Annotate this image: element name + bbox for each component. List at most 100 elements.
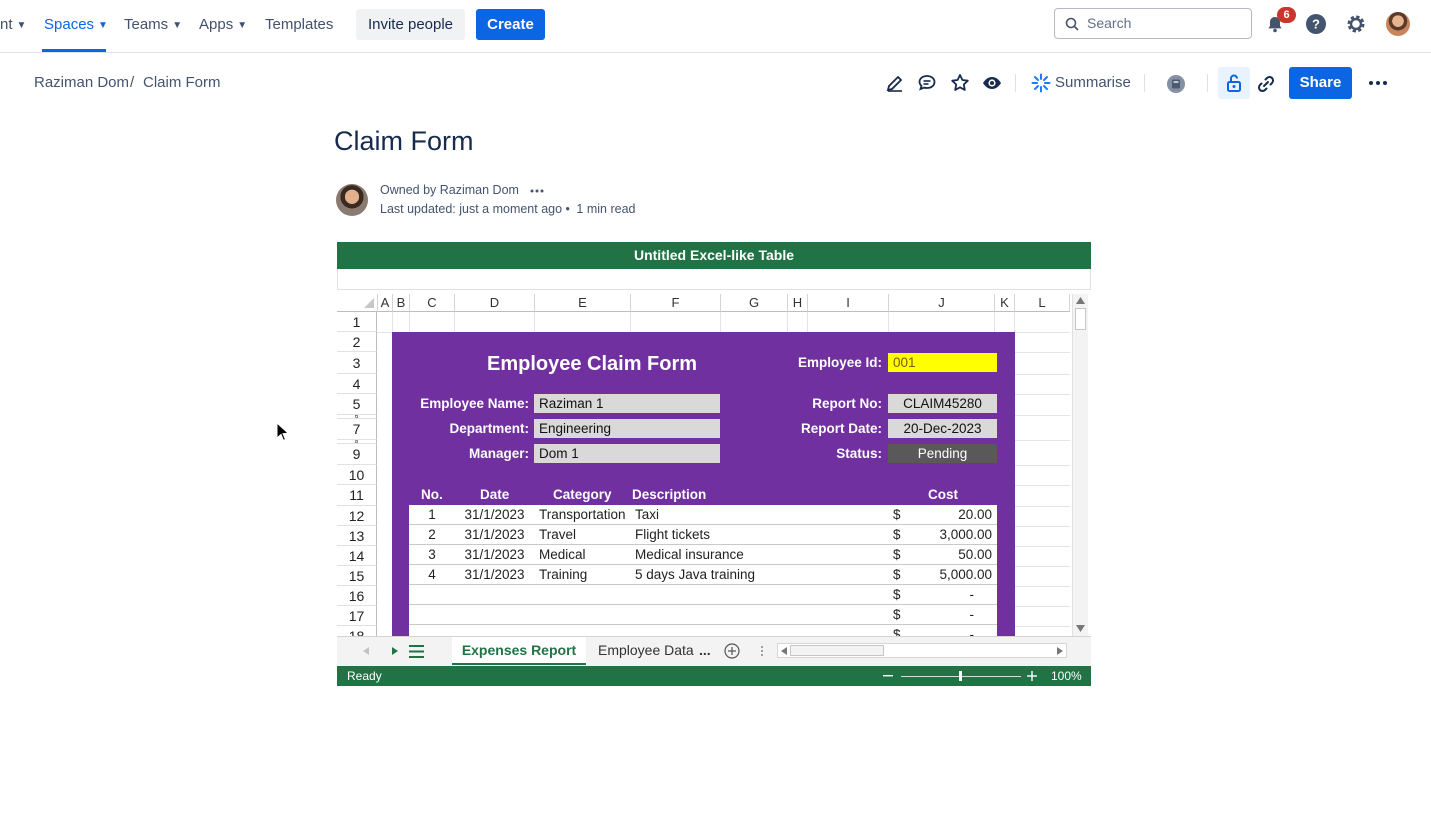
- create-button[interactable]: Create: [476, 9, 545, 40]
- status-cell[interactable]: Pending: [888, 444, 997, 463]
- row-header[interactable]: 10: [337, 465, 377, 485]
- row-header[interactable]: 5: [337, 394, 377, 415]
- report-date-cell[interactable]: 20-Dec-2023: [888, 419, 997, 438]
- breadcrumb-space[interactable]: Raziman Dom: [34, 74, 129, 91]
- sheet-tab-expenses-report[interactable]: Expenses Report: [452, 637, 586, 665]
- nav-item-templates[interactable]: Templates: [265, 0, 333, 50]
- comment-icon[interactable]: [916, 72, 938, 94]
- nav-item-partial[interactable]: nt ▼: [0, 0, 26, 50]
- copy-link-icon[interactable]: [1255, 73, 1277, 95]
- nav-apps-label: Apps: [199, 16, 234, 33]
- hscroll-right-arrow-icon[interactable]: [1057, 647, 1063, 655]
- formula-bar[interactable]: [337, 269, 1091, 290]
- restrictions-button[interactable]: [1218, 67, 1250, 99]
- tab-splitter-handle[interactable]: [761, 646, 765, 656]
- breadcrumb-page[interactable]: Claim Form: [143, 74, 221, 91]
- horizontal-scrollbar[interactable]: [777, 643, 1067, 658]
- row-header[interactable]: 2: [337, 332, 377, 352]
- sheet-tab-employee-data[interactable]: Employee Data: [598, 637, 694, 663]
- tab-scroll-right-icon[interactable]: [392, 647, 398, 655]
- column-header[interactable]: A: [378, 294, 393, 312]
- cell-cost: 5,000.00: [939, 567, 992, 582]
- row-header[interactable]: 4: [337, 374, 377, 394]
- row-header[interactable]: 13: [337, 526, 377, 546]
- owner-more-icon[interactable]: [530, 188, 544, 194]
- column-header[interactable]: E: [535, 294, 631, 312]
- cell-no: 2: [428, 527, 436, 542]
- table-row[interactable]: 3 31/1/2023 Medical Medical insurance $ …: [409, 545, 997, 565]
- vertical-scrollbar[interactable]: [1072, 294, 1088, 636]
- table-row[interactable]: $ -: [409, 585, 997, 605]
- row-header[interactable]: 1: [337, 312, 377, 332]
- department-cell[interactable]: Engineering: [534, 419, 720, 438]
- more-sheets-button[interactable]: ...: [699, 637, 711, 663]
- column-header[interactable]: J: [889, 294, 995, 312]
- hscroll-left-arrow-icon[interactable]: [781, 647, 787, 655]
- table-row[interactable]: $ -: [409, 625, 997, 636]
- table-row[interactable]: 1 31/1/2023 Transportation Taxi $ 20.00: [409, 505, 997, 525]
- column-header[interactable]: L: [1015, 294, 1070, 312]
- grid-line: [1014, 374, 1070, 375]
- edit-pencil-icon[interactable]: [884, 72, 906, 94]
- tab-scroll-left-icon[interactable]: [363, 647, 369, 655]
- invite-people-button[interactable]: Invite people: [356, 9, 465, 40]
- column-header[interactable]: G: [721, 294, 788, 312]
- zoom-slider-handle[interactable]: [959, 671, 962, 681]
- watch-eye-icon[interactable]: [981, 72, 1003, 94]
- row-header[interactable]: 14: [337, 546, 377, 566]
- row-header[interactable]: 9: [337, 444, 377, 465]
- row-header[interactable]: 7: [337, 419, 377, 440]
- row-header[interactable]: 15: [337, 566, 377, 586]
- add-sheet-icon[interactable]: [724, 643, 740, 659]
- zoom-level[interactable]: 100%: [1051, 666, 1082, 686]
- row-header[interactable]: 12: [337, 506, 377, 526]
- divider: [1144, 74, 1145, 92]
- scroll-down-arrow-icon[interactable]: [1076, 625, 1085, 632]
- app-extension-icon[interactable]: [1165, 73, 1187, 95]
- star-icon[interactable]: [949, 72, 971, 94]
- settings-gear-icon[interactable]: [1345, 13, 1367, 35]
- search-input[interactable]: Search: [1054, 8, 1252, 39]
- zoom-in-icon[interactable]: [1027, 671, 1037, 681]
- table-row[interactable]: 4 31/1/2023 Training 5 days Java trainin…: [409, 565, 997, 585]
- column-header[interactable]: F: [631, 294, 721, 312]
- employee-id-cell[interactable]: 001: [888, 353, 997, 372]
- nav-item-spaces[interactable]: Spaces ▼: [44, 0, 108, 50]
- table-row[interactable]: 2 31/1/2023 Travel Flight tickets $ 3,00…: [409, 525, 997, 545]
- row-header[interactable]: 3: [337, 352, 377, 374]
- column-header[interactable]: K: [995, 294, 1015, 312]
- row-header[interactable]: 16: [337, 586, 377, 606]
- grid-line: [1014, 566, 1070, 567]
- cell-currency: $: [893, 627, 901, 636]
- scrollbar-thumb[interactable]: [1075, 308, 1086, 330]
- table-header-description: Description: [632, 487, 707, 502]
- zoom-out-icon[interactable]: [883, 675, 893, 677]
- manager-cell[interactable]: Dom 1: [534, 444, 720, 463]
- nav-item-teams[interactable]: Teams ▼: [124, 0, 182, 50]
- excel-embed[interactable]: Untitled Excel-like Table A B C D E F G …: [337, 242, 1091, 686]
- row-header[interactable]: 11: [337, 485, 377, 506]
- summarise-button[interactable]: Summarise: [1055, 74, 1131, 91]
- help-icon[interactable]: ?: [1305, 13, 1327, 35]
- table-row[interactable]: $ -: [409, 605, 997, 625]
- column-header[interactable]: D: [455, 294, 535, 312]
- nav-item-apps[interactable]: Apps ▼: [199, 0, 247, 50]
- column-header[interactable]: H: [788, 294, 808, 312]
- scroll-up-arrow-icon[interactable]: [1076, 297, 1085, 304]
- row-header[interactable]: 17: [337, 606, 377, 626]
- more-options-icon[interactable]: [1367, 72, 1389, 94]
- hscroll-thumb[interactable]: [790, 645, 884, 656]
- select-all-corner[interactable]: [337, 294, 378, 312]
- column-header[interactable]: C: [410, 294, 455, 312]
- owner-avatar[interactable]: [336, 184, 368, 216]
- employee-name-cell[interactable]: Raziman 1: [534, 394, 720, 413]
- column-header[interactable]: B: [393, 294, 410, 312]
- share-button[interactable]: Share: [1289, 67, 1352, 99]
- divider: [1015, 74, 1016, 92]
- column-header[interactable]: I: [808, 294, 889, 312]
- row-header[interactable]: 18: [337, 626, 377, 636]
- all-sheets-menu-icon[interactable]: [409, 645, 424, 658]
- spreadsheet-grid[interactable]: A B C D E F G H I J K L 1 2 3 4 5 6 7 8 …: [337, 294, 1070, 636]
- user-avatar[interactable]: [1386, 12, 1410, 36]
- report-no-cell[interactable]: CLAIM45280: [888, 394, 997, 413]
